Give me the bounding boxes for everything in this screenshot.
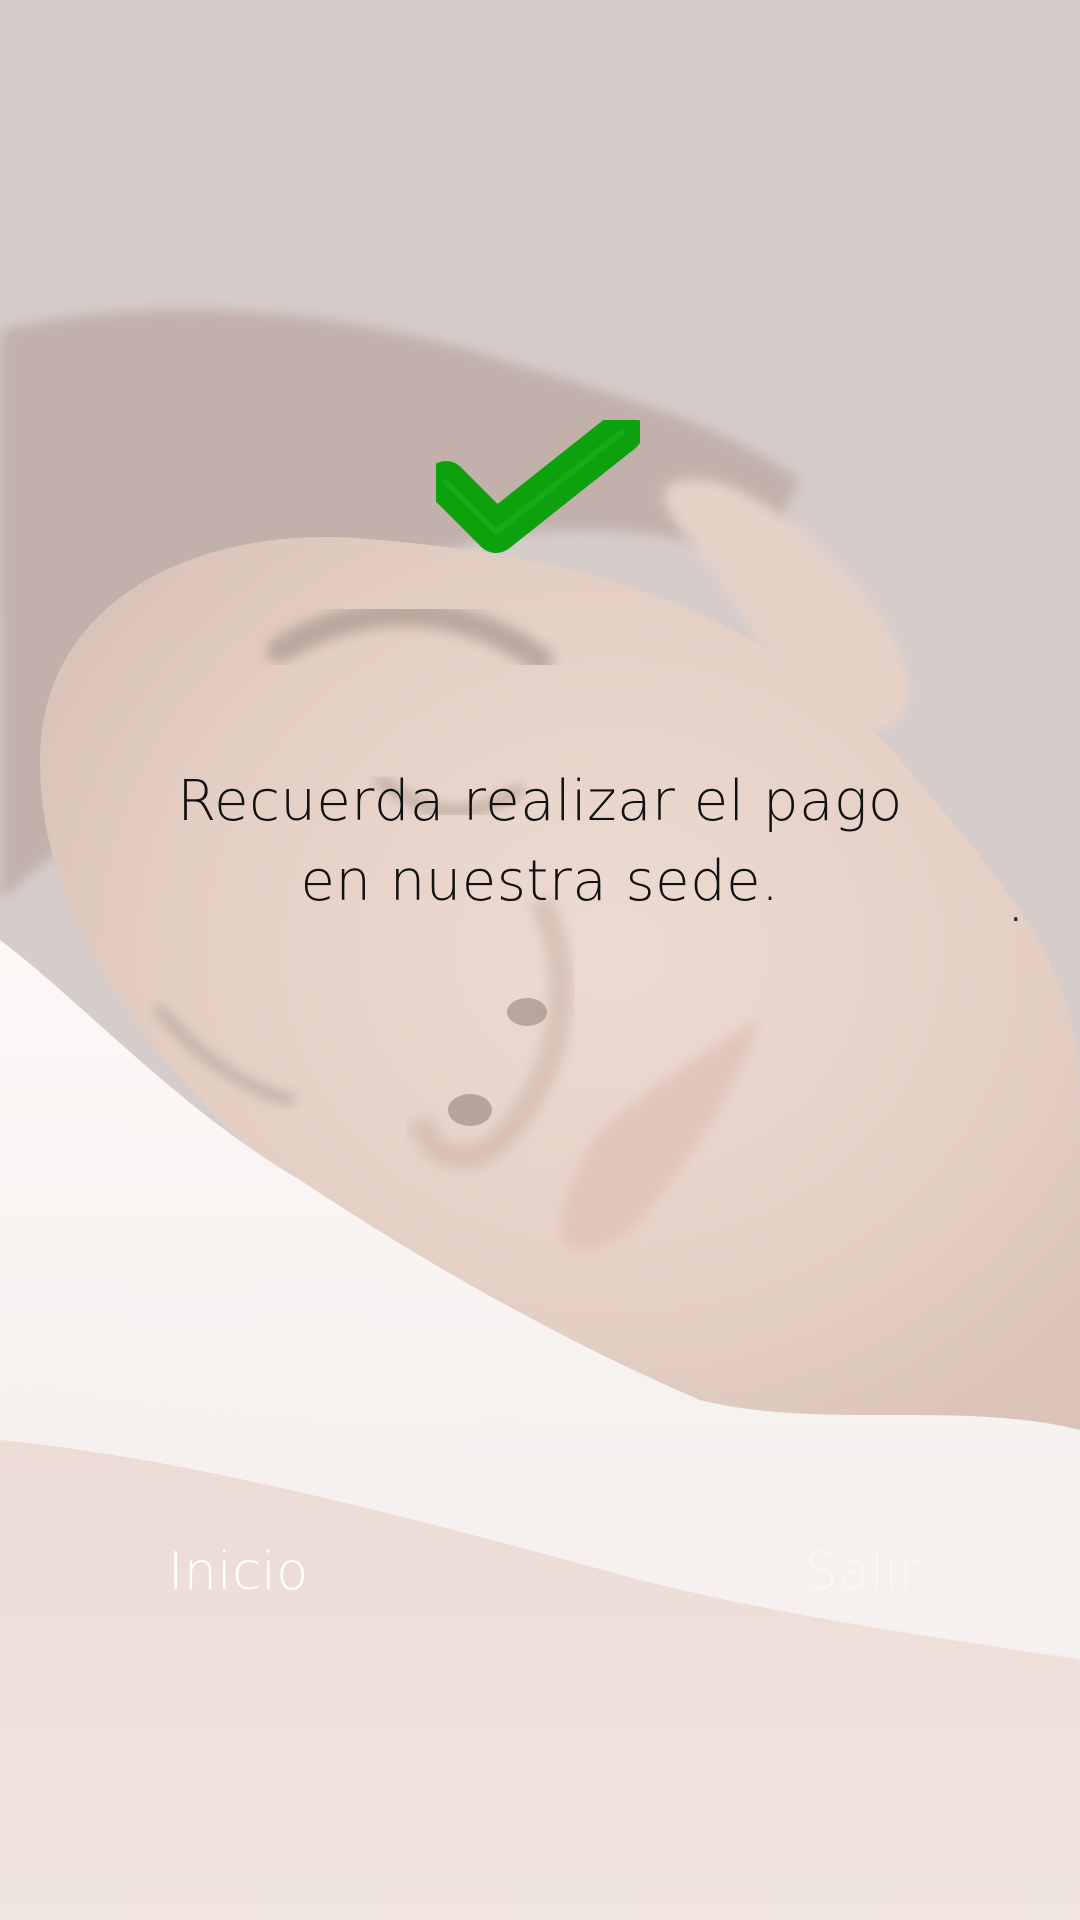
exit-link[interactable]: Salir	[805, 1542, 920, 1602]
trailing-mark: .	[1011, 894, 1021, 929]
message-line-2: en nuestra sede.	[300, 849, 780, 914]
check-icon	[436, 420, 640, 553]
home-link[interactable]: Inicio	[168, 1542, 309, 1602]
payment-confirmation-screen: Recuerda realizar el pago en nuestra sed…	[0, 0, 1080, 1920]
message-line-1: Recuerda realizar el pago	[177, 769, 903, 834]
payment-reminder-message: Recuerda realizar el pago en nuestra sed…	[90, 762, 990, 922]
sleeping-man-background	[0, 0, 1080, 1920]
